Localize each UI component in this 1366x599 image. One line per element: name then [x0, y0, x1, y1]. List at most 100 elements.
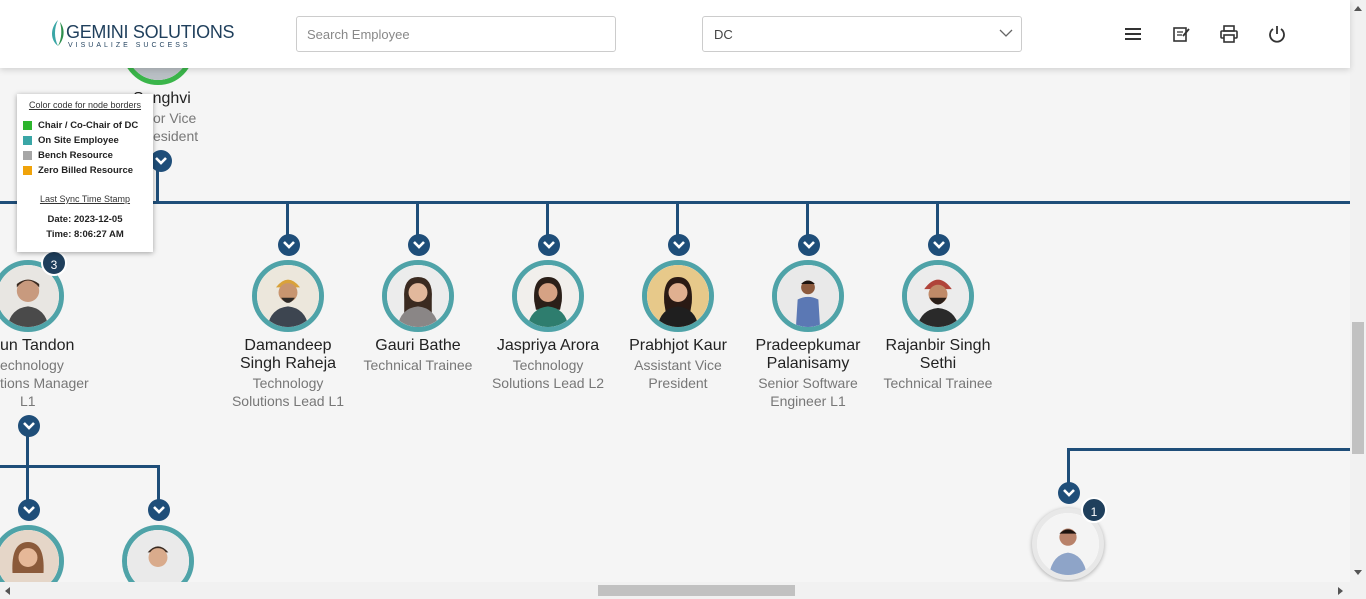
vertical-scrollbar[interactable]: [1350, 0, 1366, 582]
print-icon[interactable]: [1219, 24, 1239, 44]
chevron-down-icon: [673, 241, 685, 249]
expand-toggle[interactable]: [1058, 482, 1080, 504]
expand-toggle[interactable]: [18, 415, 40, 437]
employee-name[interactable]: Gauri Bathe: [353, 337, 483, 355]
logo-tagline: VISUALIZE SUCCESS: [68, 42, 191, 49]
employee-avatar[interactable]: [382, 260, 454, 332]
legend-item: On Site Employee: [23, 133, 147, 148]
search-employee-input[interactable]: [296, 16, 616, 52]
company-logo[interactable]: GEMINI SOLUTIONS VISUALIZE SUCCESS: [48, 16, 235, 52]
person-photo-icon: [907, 265, 969, 327]
employee-title: Technical Trainee: [883, 375, 993, 391]
logo-title: GEMINI SOLUTIONS: [66, 22, 235, 42]
dc-select-value: DC: [714, 27, 733, 42]
scroll-down-icon[interactable]: [1353, 569, 1363, 577]
employee-title: Technical Trainee: [363, 357, 473, 373]
chevron-down-icon: [933, 241, 945, 249]
employee-name[interactable]: Rajanbir Singh Sethi: [873, 337, 1003, 373]
person-photo-icon: [0, 530, 59, 582]
legend-label: On Site Employee: [38, 135, 119, 146]
person-photo-icon: [257, 265, 319, 327]
employee-avatar[interactable]: [512, 260, 584, 332]
employee-title: Technology Solutions Lead L1: [231, 375, 345, 409]
chevron-down-icon: [1063, 489, 1075, 497]
leaf-logo-icon: [52, 20, 64, 46]
employee-avatar[interactable]: [122, 525, 194, 582]
employee-avatar[interactable]: [772, 260, 844, 332]
connector-line: [0, 201, 1350, 204]
person-photo-icon: [647, 265, 709, 327]
scroll-left-icon[interactable]: [3, 586, 11, 596]
legend-label: Chair / Co-Chair of DC: [38, 120, 139, 131]
expand-toggle[interactable]: [278, 234, 300, 256]
count-badge: 3: [41, 250, 67, 276]
employee-avatar[interactable]: [252, 260, 324, 332]
expand-toggle[interactable]: [150, 150, 172, 172]
chevron-down-icon: [283, 241, 295, 249]
connector-line: [0, 465, 160, 468]
person-photo-icon: [387, 265, 449, 327]
expand-toggle[interactable]: [408, 234, 430, 256]
expand-toggle[interactable]: [928, 234, 950, 256]
chevron-down-icon: [803, 241, 815, 249]
expand-toggle[interactable]: [798, 234, 820, 256]
power-icon[interactable]: [1267, 24, 1287, 44]
employee-title: L1: [20, 393, 36, 409]
employee-name[interactable]: Prabhjot Kaur: [613, 337, 743, 355]
employee-name[interactable]: Pradeepkumar Palanisamy: [743, 337, 873, 373]
legend-item: Zero Billed Resource: [23, 163, 147, 178]
chevron-down-icon: [153, 506, 165, 514]
person-photo-icon: [517, 265, 579, 327]
scroll-up-icon[interactable]: [1353, 4, 1363, 12]
scroll-right-icon[interactable]: [1337, 586, 1345, 596]
legend-swatch: [23, 136, 32, 145]
employee-title: echnology: [0, 357, 64, 373]
legend-label: Zero Billed Resource: [38, 165, 134, 176]
employee-title: or Vice: [153, 110, 197, 126]
chevron-down-icon: [413, 241, 425, 249]
employee-title: Senior Software Engineer L1: [758, 375, 858, 409]
person-photo-icon: [777, 265, 839, 327]
chevron-down-icon: [999, 29, 1013, 37]
employee-title: esident: [153, 128, 199, 144]
count-badge: 1: [1081, 497, 1107, 523]
employee-name[interactable]: Jaspriya Arora: [483, 337, 613, 355]
employee-avatar[interactable]: [642, 260, 714, 332]
expand-toggle[interactable]: [18, 499, 40, 521]
person-photo-icon: [127, 530, 189, 582]
expand-toggle[interactable]: [538, 234, 560, 256]
org-chart-canvas[interactable]: Sanghvi or Vice esident 3 un Tandon echn…: [0, 68, 1350, 582]
notes-icon[interactable]: [1171, 24, 1191, 44]
top-header: GEMINI SOLUTIONS VISUALIZE SUCCESS DC: [0, 0, 1350, 68]
employee-title: tions Manager: [0, 375, 89, 391]
chevron-down-icon: [155, 157, 167, 165]
dc-select[interactable]: DC: [702, 16, 1022, 52]
employee-title: Technology Solutions Lead L2: [491, 357, 605, 391]
menu-icon[interactable]: [1123, 24, 1143, 44]
legend-item: Chair / Co-Chair of DC: [23, 118, 147, 133]
expand-toggle[interactable]: [668, 234, 690, 256]
employee-avatar[interactable]: [122, 68, 194, 85]
employee-name[interactable]: Damandeep Singh Raheja: [223, 337, 353, 373]
employee-avatar[interactable]: [902, 260, 974, 332]
legend-swatch: [23, 166, 32, 175]
employee-avatar[interactable]: [0, 525, 64, 582]
legend-label: Bench Resource: [38, 150, 113, 161]
employee-title: Assistant Vice President: [634, 357, 722, 391]
sync-date: Date: 2023-12-05: [47, 214, 123, 225]
legend-swatch: [23, 121, 32, 130]
chevron-down-icon: [23, 506, 35, 514]
person-photo-icon: [127, 68, 189, 80]
sync-time: Time: 8:06:27 AM: [46, 229, 124, 240]
chevron-down-icon: [23, 422, 35, 430]
legend-divider: [23, 178, 147, 190]
legend-item: Bench Resource: [23, 148, 147, 163]
chevron-down-icon: [543, 241, 555, 249]
vertical-scroll-thumb[interactable]: [1352, 322, 1364, 454]
sync-heading: Last Sync Time Stamp: [39, 194, 131, 204]
legend-heading: Color code for node borders: [28, 100, 142, 110]
expand-toggle[interactable]: [148, 499, 170, 521]
horizontal-scroll-thumb[interactable]: [598, 585, 795, 596]
connector-line: [1067, 448, 1350, 451]
employee-name[interactable]: un Tandon: [0, 337, 90, 355]
